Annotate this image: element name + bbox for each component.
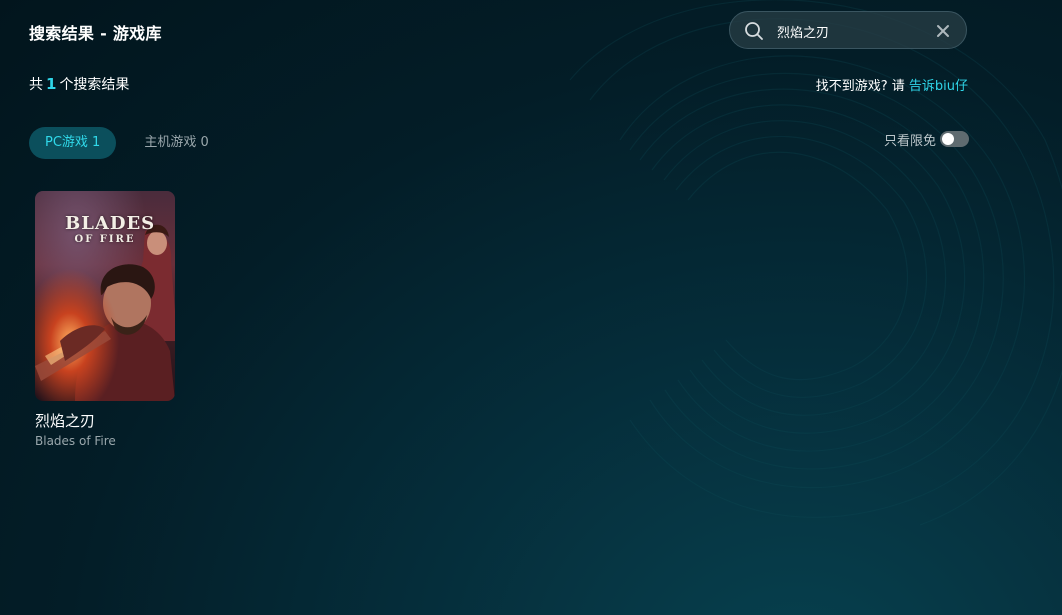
toggle-knob bbox=[942, 133, 954, 145]
feedback-text: 找不到游戏? 请 bbox=[815, 79, 905, 94]
free-only-toggle[interactable] bbox=[940, 131, 969, 147]
search-icon[interactable] bbox=[744, 21, 764, 41]
free-only-label: 只看限免 bbox=[883, 133, 936, 149]
close-icon[interactable] bbox=[936, 24, 950, 38]
feedback-link[interactable]: 告诉biu仔 bbox=[909, 79, 968, 94]
search-box[interactable] bbox=[729, 11, 967, 49]
game-card[interactable]: BLADES OF FIRE 烈焰之刃 Blades of Fire bbox=[35, 191, 175, 448]
search-input[interactable] bbox=[777, 20, 927, 42]
cover-logo-line-2: OF FIRE bbox=[74, 234, 136, 245]
game-subtitle: Blades of Fire bbox=[35, 434, 116, 448]
game-cover-image[interactable]: BLADES OF FIRE bbox=[35, 191, 175, 401]
page-title: 搜索结果 - 游戏库 bbox=[29, 24, 162, 43]
cover-logo: BLADES OF FIRE bbox=[65, 213, 156, 245]
result-count-number: 1 bbox=[46, 75, 57, 93]
result-count-suffix: 个搜索结果 bbox=[59, 77, 130, 93]
platform-tabs: PC游戏 1 主机游戏 0 bbox=[29, 127, 225, 159]
tab-console-games[interactable]: 主机游戏 0 bbox=[128, 127, 224, 159]
feedback-prompt: 找不到游戏? 请 告诉biu仔 bbox=[816, 75, 968, 94]
cover-logo-line-1: BLADES bbox=[65, 213, 156, 234]
tab-pc-games[interactable]: PC游戏 1 bbox=[29, 127, 117, 159]
free-only-filter: 只看限免 bbox=[883, 130, 969, 149]
game-title[interactable]: 烈焰之刃 bbox=[35, 410, 175, 431]
result-count: 共 1 个搜索结果 bbox=[29, 74, 129, 94]
result-count-prefix: 共 bbox=[29, 77, 43, 93]
